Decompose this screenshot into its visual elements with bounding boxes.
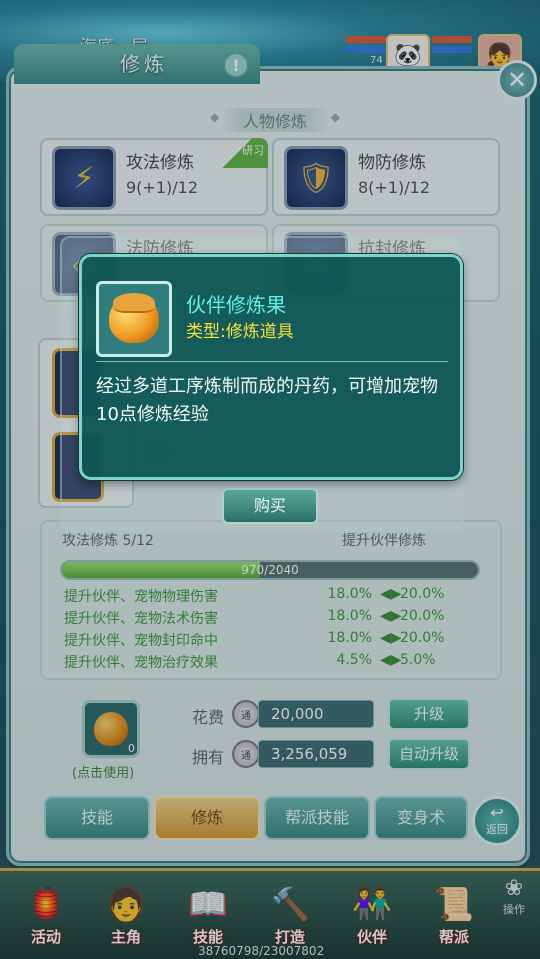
item-type: 类型:修炼道具 <box>186 322 294 342</box>
progress-right-label: 提升伙伴修炼 <box>342 533 426 549</box>
coin-icon: 通 <box>232 700 260 728</box>
panel-title: 修炼 <box>120 52 168 76</box>
guild-icon: 📜 <box>434 885 474 923</box>
activity-icon: 🏮 <box>26 885 66 923</box>
cost-value: 20,000 <box>258 700 374 728</box>
skill-level: 9(+1)/12 <box>126 178 198 197</box>
item-name: 伙伴修炼果 <box>186 293 286 317</box>
buy-button[interactable]: 购买 <box>222 488 318 524</box>
progress-label: 攻法修炼 5/12 <box>62 533 154 549</box>
lightning-icon: ⚡ <box>52 146 116 210</box>
section-title: 人物修炼 <box>210 108 340 132</box>
arrow-right-icon: ◀▶ <box>380 652 402 668</box>
nav-partner[interactable]: 👫 伙伴 <box>336 875 408 953</box>
skill-card-attack[interactable]: ⚡ 攻法修炼 9(+1)/12 研习 <box>40 138 268 216</box>
info-icon[interactable]: ! <box>223 52 249 78</box>
arrow-right-icon: ◀▶ <box>380 586 402 602</box>
back-label: 返回 <box>486 823 508 836</box>
cultivation-fruit-slot[interactable]: 0 <box>82 700 140 758</box>
item-description: 经过多道工序炼制而成的丹药，可增加宠物10点修炼经验 <box>96 376 438 425</box>
skill-book-icon: 📖 <box>188 885 228 923</box>
partner-icon: 👫 <box>352 885 392 923</box>
stat-row: 提升伙伴、宠物治疗效果 4.5% ◀▶ 5.0% <box>64 652 436 671</box>
own-label: 拥有 <box>192 748 225 767</box>
nav-activity[interactable]: 🏮 活动 <box>10 875 82 953</box>
back-button[interactable]: ↩ 返回 <box>472 796 522 846</box>
stat-row: 提升伙伴、宠物封印命中 18.0% ◀▶ 20.0% <box>64 630 445 649</box>
operate-button[interactable]: ❀ 操作 <box>494 876 534 936</box>
acorn-icon <box>94 712 128 746</box>
item-count: 0 <box>128 742 135 755</box>
close-button[interactable]: ✕ <box>497 60 537 100</box>
player-id: 38760798/23007802 <box>198 944 325 958</box>
arrow-right-icon: ◀▶ <box>380 608 402 624</box>
exp-progress-text: 970/2040 <box>241 563 299 577</box>
tab-cultivation[interactable]: 修炼 <box>154 796 260 840</box>
tab-guild-skills[interactable]: 帮派技能 <box>264 796 370 840</box>
coin-icon: 通 <box>232 740 260 768</box>
skill-name: 攻法修炼 <box>126 153 194 173</box>
flower-icon: ❀ <box>504 876 524 901</box>
nav-guild[interactable]: 📜 帮派 <box>418 875 490 953</box>
stat-row: 提升伙伴、宠物物理伤害 18.0% ◀▶ 20.0% <box>64 586 445 605</box>
nav-hero[interactable]: 🧑 主角 <box>90 875 162 953</box>
skill-card-physical-defense[interactable]: 🛡 物防修炼 8(+1)/12 <box>272 138 500 216</box>
study-badge: 研习 <box>222 138 268 168</box>
pet-level: 74 <box>370 55 383 66</box>
hero-icon: 🧑 <box>106 885 146 923</box>
exp-progress-bar: 970/2040 <box>60 560 480 580</box>
click-use-hint: (点击使用) <box>72 766 135 781</box>
back-arrow-icon: ↩ <box>490 803 504 822</box>
acorn-icon <box>109 293 159 343</box>
pet-status-bars: 74 <box>346 36 386 66</box>
arrow-right-icon: ◀▶ <box>380 630 402 646</box>
upgrade-button[interactable]: 升级 <box>388 698 470 730</box>
divider <box>96 361 448 362</box>
forge-icon: 🔨 <box>270 885 310 923</box>
stat-row: 提升伙伴、宠物法术伤害 18.0% ◀▶ 20.0% <box>64 608 445 627</box>
skill-level: 8(+1)/12 <box>358 178 430 197</box>
item-icon-frame <box>96 281 172 357</box>
nav-skills[interactable]: 📖 技能 <box>172 875 244 953</box>
cost-label: 花费 <box>192 708 225 727</box>
progress-area: 攻法修炼 5/12 提升伙伴修炼 970/2040 提升伙伴、宠物物理伤害 18.… <box>40 520 502 680</box>
skill-name: 物防修炼 <box>358 153 426 173</box>
auto-upgrade-button[interactable]: 自动升级 <box>388 738 470 770</box>
item-tooltip: 伙伴修炼果 类型:修炼道具 经过多道工序炼制而成的丹药，可增加宠物10点修炼经验 <box>79 254 463 480</box>
tab-skills[interactable]: 技能 <box>44 796 150 840</box>
nav-forge[interactable]: 🔨 打造 <box>254 875 326 953</box>
own-value: 3,256,059 <box>258 740 374 768</box>
player-status-bars <box>432 36 472 56</box>
tab-transform[interactable]: 变身术 <box>374 796 468 840</box>
sword-shield-icon: 🛡 <box>284 146 348 210</box>
